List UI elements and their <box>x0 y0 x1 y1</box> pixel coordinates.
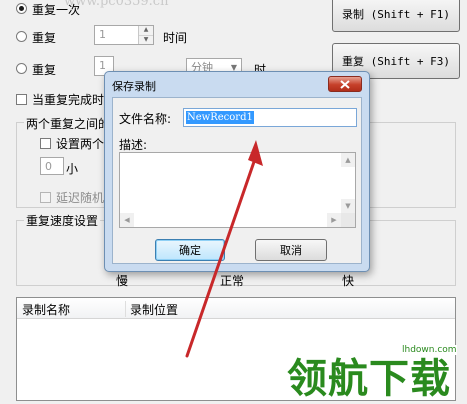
speed-label: 重复速度设置 <box>24 212 101 229</box>
speed-fast-label: 快 <box>342 274 355 288</box>
set-between-label: 设置两个 <box>56 137 105 151</box>
record-button[interactable]: 录制 (Shift + F1) <box>332 0 460 32</box>
scroll-right-icon[interactable]: ▶ <box>327 213 341 227</box>
random-delay-checkbox[interactable] <box>40 192 51 203</box>
description-textarea[interactable]: ▲ ▼ ◀ ▶ <box>119 152 356 228</box>
column-header-name[interactable]: 录制名称 <box>22 301 126 317</box>
scroll-down-icon[interactable]: ▼ <box>341 199 355 213</box>
repeat-interval-label: 重复 <box>32 63 57 77</box>
repeat-once-label: 重复一次 <box>32 3 81 17</box>
delay-spinner[interactable]: 0 <box>40 157 64 175</box>
column-header-location[interactable]: 录制位置 <box>130 301 178 318</box>
scroll-left-icon[interactable]: ◀ <box>120 213 134 227</box>
repeat-times-value: 1 <box>99 28 106 41</box>
when-done-label: 当重复完成时 <box>32 93 105 107</box>
between-repeats-label: 两个重复之间的 <box>24 115 113 132</box>
repeat-times-spinner[interactable]: 1 ▲ ▼ <box>94 25 154 45</box>
cancel-button[interactable]: 取消 <box>255 239 327 261</box>
spin-up-icon[interactable]: ▲ <box>139 26 153 35</box>
repeat-once-radio[interactable] <box>16 3 27 14</box>
filename-value: NewRecord1 <box>186 111 254 124</box>
speed-slow-label: 慢 <box>116 274 129 288</box>
delay-unit-label: 小 <box>66 162 79 176</box>
close-button[interactable] <box>328 76 362 92</box>
speed-normal-label: 正常 <box>220 274 245 288</box>
filename-input[interactable]: NewRecord1 <box>183 108 357 127</box>
table-header: 录制名称 录制位置 <box>17 298 455 319</box>
ok-button[interactable]: 确定 <box>155 239 225 261</box>
dialog-body: 文件名称: NewRecord1 描述: ▲ ▼ ◀ ▶ 确定 取消 <box>112 97 362 264</box>
repeat-times-radio[interactable] <box>16 31 27 42</box>
close-icon <box>340 79 350 89</box>
set-between-checkbox[interactable] <box>40 138 51 149</box>
when-done-checkbox[interactable] <box>16 94 27 105</box>
random-delay-label: 延迟随机 <box>56 191 105 205</box>
scroll-up-icon[interactable]: ▲ <box>341 153 355 167</box>
description-label: 描述: <box>119 138 148 152</box>
watermark-url: lhdown.com <box>402 345 457 355</box>
repeat-interval-value: 1 <box>99 59 106 72</box>
repeat-interval-radio[interactable] <box>16 63 27 74</box>
times-unit-label: 时间 <box>163 31 188 45</box>
filename-label: 文件名称: <box>119 112 172 126</box>
repeat-times-label: 重复 <box>32 31 57 45</box>
scroll-corner <box>341 213 355 227</box>
dialog-title: 保存录制 <box>112 80 156 93</box>
save-record-dialog: 保存录制 文件名称: NewRecord1 描述: ▲ ▼ ◀ ▶ 确定 取消 <box>104 71 370 272</box>
spin-down-icon[interactable]: ▼ <box>139 34 153 45</box>
delay-value: 0 <box>45 160 52 173</box>
